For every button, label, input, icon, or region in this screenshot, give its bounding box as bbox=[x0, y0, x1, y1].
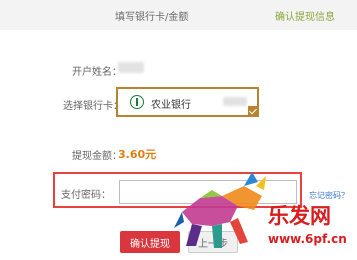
abc-bank-logo-icon bbox=[130, 95, 144, 109]
amount-label: 提现金额： bbox=[72, 151, 122, 162]
forgot-password-link[interactable]: 忘记密码？ bbox=[309, 190, 349, 201]
payment-password-input[interactable] bbox=[119, 180, 297, 204]
confirm-withdraw-button[interactable]: 确认提现 bbox=[120, 231, 180, 253]
step-confirm-info: 确认提现信息 bbox=[275, 12, 335, 23]
site-watermark: 乐发网 www.6pf.cn bbox=[0, 0, 357, 260]
password-label: 支付密码： bbox=[61, 190, 111, 201]
previous-step-button[interactable]: 上一步 bbox=[188, 231, 238, 253]
polygon-bull-logo-icon bbox=[174, 172, 266, 248]
watermark-url: www.6pf.cn bbox=[268, 232, 347, 246]
step-fill-card-amount: 填写银行卡/金额 bbox=[115, 12, 189, 23]
bank-card-label: 选择银行卡： bbox=[63, 101, 123, 112]
selected-check-icon bbox=[248, 106, 259, 117]
bank-card-option-selected[interactable]: 农业银行 bbox=[116, 87, 259, 117]
amount-value: 3.60元 bbox=[118, 148, 157, 161]
step-header: 填写银行卡/金额 确认提现信息 bbox=[0, 0, 357, 30]
account-name-redacted bbox=[118, 62, 144, 73]
account-name-label: 开户姓名： bbox=[72, 67, 122, 78]
card-number-redacted bbox=[223, 97, 247, 106]
bank-name: 农业银行 bbox=[151, 100, 191, 111]
